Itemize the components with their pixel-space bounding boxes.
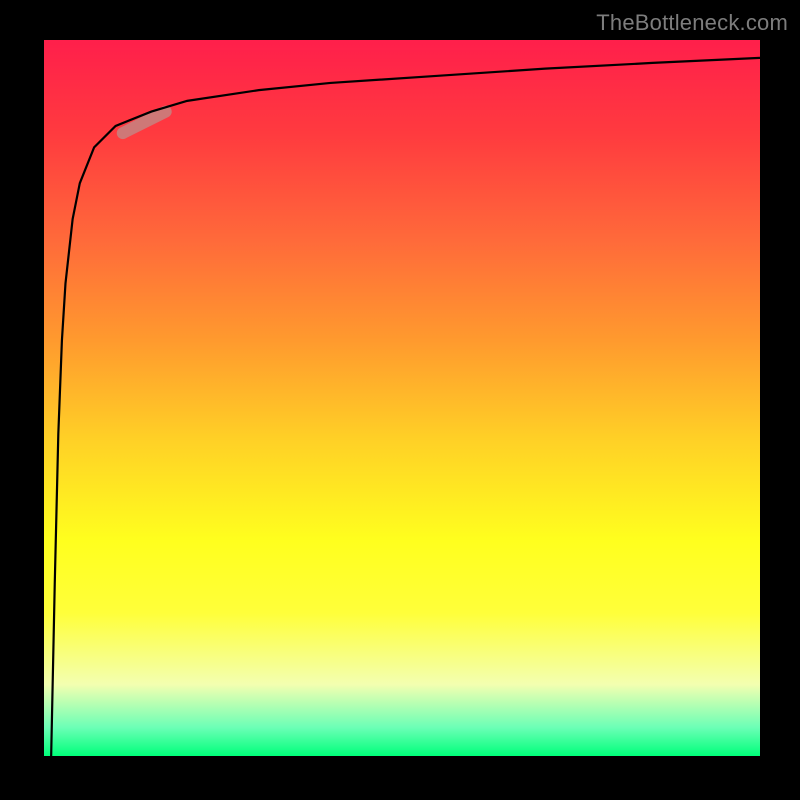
chart-container: TheBottleneck.com xyxy=(0,0,800,800)
watermark-text: TheBottleneck.com xyxy=(596,10,788,36)
plot-gradient-background xyxy=(44,40,760,756)
